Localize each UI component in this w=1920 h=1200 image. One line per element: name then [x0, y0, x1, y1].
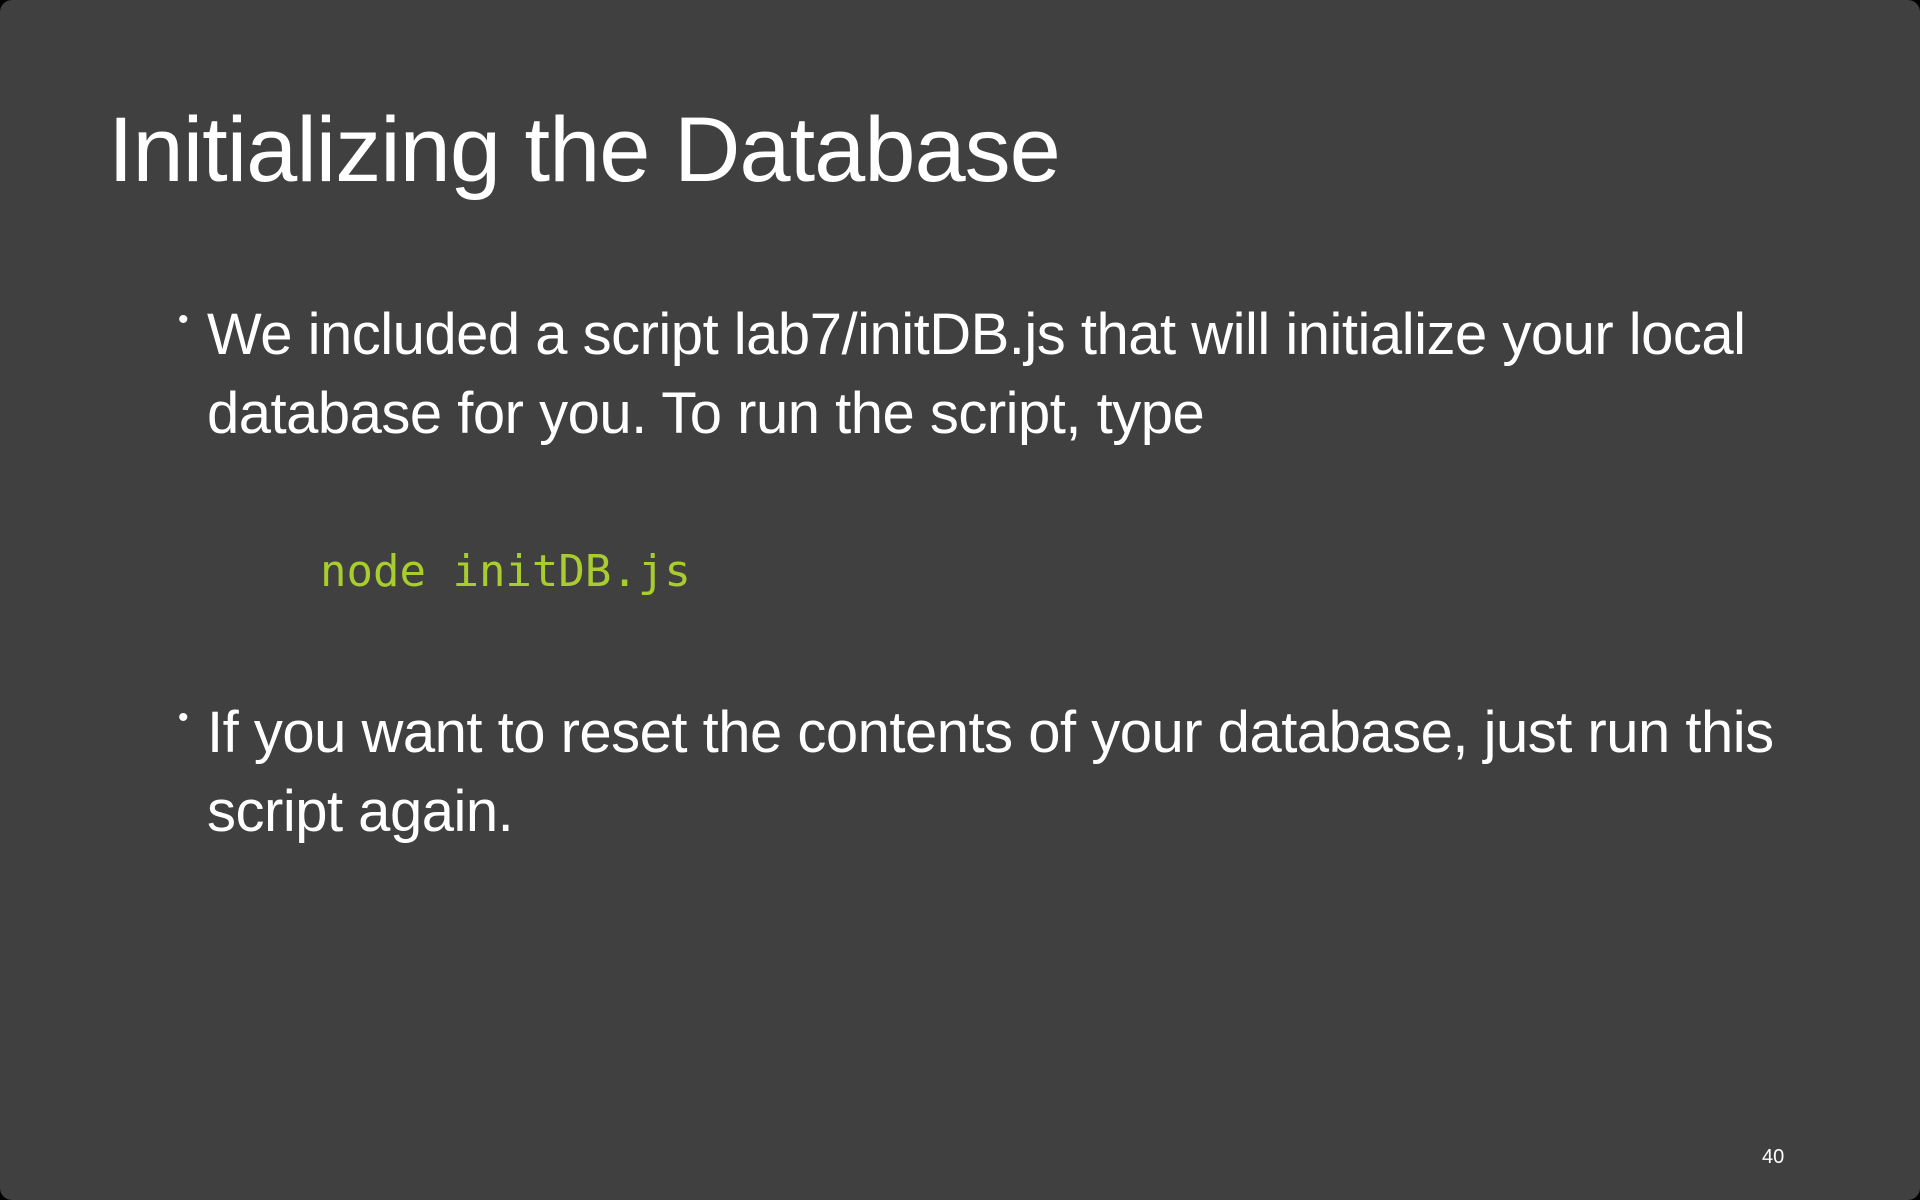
slide: Initializing the Database • We included …	[0, 0, 1920, 1200]
bullet-marker-icon: •	[178, 701, 189, 734]
bullet-item: • If you want to reset the contents of y…	[178, 693, 1886, 851]
page-number: 40	[1762, 1146, 1785, 1168]
bullet-text: If you want to reset the contents of you…	[207, 700, 1774, 844]
bullet-item: • We included a script lab7/initDB.js th…	[178, 295, 1886, 453]
bullet-text: We included a script lab7/initDB.js that…	[207, 302, 1746, 446]
code-command: node initDB.js	[320, 546, 691, 597]
slide-title: Initializing the Database	[108, 99, 1061, 201]
bullet-marker-icon: •	[178, 303, 189, 336]
